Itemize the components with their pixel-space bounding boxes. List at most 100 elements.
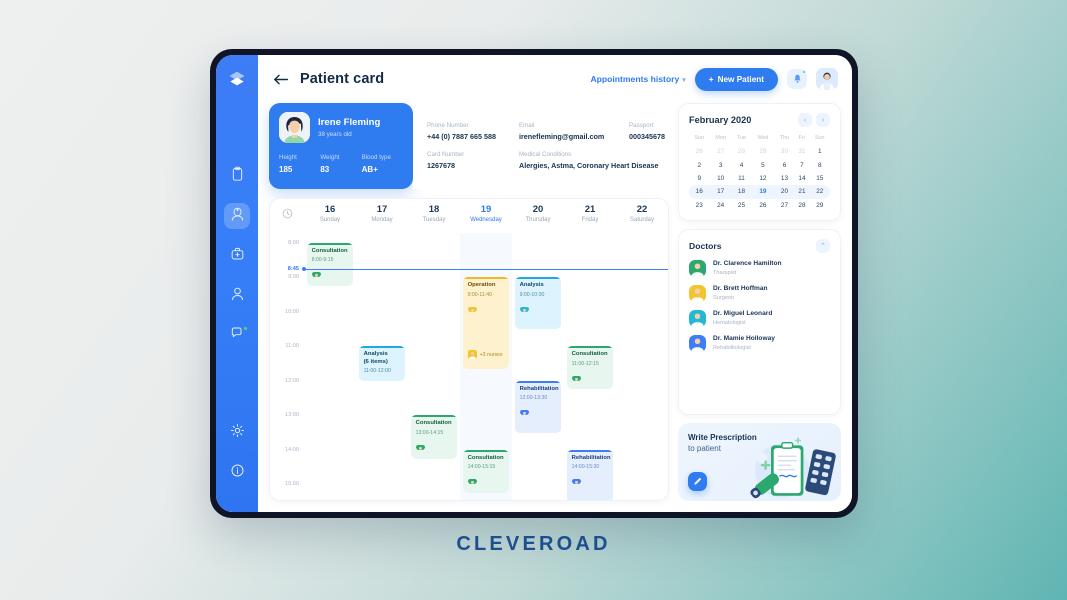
arrow-left-icon[interactable] (274, 71, 290, 87)
detail-label: Passport (629, 122, 654, 129)
calendar-day[interactable]: 27 (775, 199, 795, 212)
sidebar-item-settings[interactable] (224, 420, 250, 446)
calendar-day[interactable]: 25 (732, 199, 751, 212)
doctor-avatar (689, 259, 706, 277)
calendar-day[interactable]: 23 (689, 199, 709, 212)
calendar-day[interactable]: 21 (794, 185, 810, 199)
sidebar-bottom-items (224, 420, 250, 500)
calendar-day[interactable]: 20 (774, 185, 795, 199)
calendar-day[interactable]: 16 (689, 185, 710, 199)
patient-details-row-2: Card Number 1267678 Medical Conditions Aler… (427, 151, 659, 170)
calendar-day[interactable]: 30 (775, 145, 795, 158)
day-header-sunday[interactable]: 16 Sunday (304, 204, 356, 233)
calendar-day[interactable]: 29 (751, 145, 774, 158)
schedule-event[interactable]: Consultation 11:00-12:15 (566, 346, 614, 390)
calendar-day[interactable]: 17 (709, 185, 732, 199)
new-patient-button[interactable]: + New Patient (694, 67, 778, 91)
event-accent-bar (514, 380, 562, 383)
schedule-event[interactable]: Rehabilitation 12:00-13:30 (514, 380, 562, 433)
event-time: 8:00-9:15 (311, 257, 334, 264)
event-nurses: +3 nurses (467, 346, 503, 364)
day-header-tuesday[interactable]: 18 Tuesday (408, 204, 460, 233)
appointments-history-dropdown[interactable]: Appointments history ▾ (590, 74, 685, 84)
calendar-day[interactable]: 2 (689, 158, 709, 171)
calendar-day[interactable]: 31 (794, 145, 809, 158)
sidebar-item-messages[interactable] (224, 323, 250, 349)
calendar-day[interactable]: 26 (751, 199, 774, 212)
doctor-list-item[interactable]: Dr. Miguel Leonard Hematologist (689, 309, 830, 327)
calendar-day[interactable]: 22 (809, 185, 830, 199)
sidebar-item-nurses[interactable] (224, 203, 250, 229)
write-prescription-card[interactable]: Write Prescription to patient (678, 423, 841, 501)
day-column-thursday[interactable]: Analysis 9:00-10:30 Rehabilitation 12:00-13… (512, 233, 564, 500)
medical-bag-icon (230, 246, 245, 266)
calendar-day[interactable]: 14 (794, 172, 809, 185)
bell-icon[interactable] (787, 69, 807, 89)
calendar-day[interactable]: 18 (731, 185, 752, 199)
day-column-sunday[interactable]: Consultation 8:00-9:15 (304, 233, 356, 500)
day-header-thursday[interactable]: 20 Thursday (512, 204, 564, 233)
calendar-day[interactable]: 28 (794, 199, 809, 212)
detail-passport: Passport 000345678 (629, 122, 665, 141)
day-header-saturday[interactable]: 22 Saturday (616, 204, 668, 233)
schedule-event[interactable]: Analysis (6 items) 11:00-12:00 (358, 346, 406, 381)
schedule-event[interactable]: Rehabilitation 14:00-15:30 (566, 449, 614, 500)
day-header-wednesday[interactable]: 19 Wednesday (460, 204, 512, 233)
calendar-day[interactable]: 19 (751, 185, 775, 199)
calendar-day[interactable]: 26 (689, 145, 709, 158)
calendar-day[interactable]: 24 (709, 199, 731, 212)
doctor-green-avatar (571, 372, 581, 381)
day-header-monday[interactable]: 17 Monday (356, 204, 408, 233)
calendar-day[interactable]: 28 (732, 145, 751, 158)
time-label-11-00: 11:00 (285, 343, 299, 350)
schedule-event[interactable]: Consultation 13:00-14:15 (410, 415, 458, 459)
day-column-friday[interactable]: Consultation 11:00-12:15 Rehabilitation 14:… (564, 233, 616, 500)
sidebar-item-records[interactable] (224, 163, 250, 189)
day-column-monday[interactable]: Analysis (6 items) 11:00-12:00 (356, 233, 408, 500)
calendar-day[interactable]: 1 (810, 145, 830, 158)
calendar-day[interactable]: 12 (751, 172, 774, 185)
calendar-day[interactable]: 29 (810, 199, 830, 212)
doctor-name: Dr. Brett Hoffman (713, 285, 768, 293)
chevron-up-icon[interactable]: ⌃ (816, 238, 830, 253)
schedule-event[interactable]: Analysis 9:00-10:30 (514, 277, 562, 329)
calendar-day[interactable]: 8 (810, 158, 830, 171)
chevron-left-icon[interactable]: ‹ (798, 113, 812, 127)
doctor-list-item[interactable]: Dr. Clarence Hamilton Tharapist (689, 259, 830, 277)
sidebar-item-help[interactable] (224, 460, 250, 486)
prescription-edit-button[interactable] (688, 472, 707, 491)
calendar-day[interactable]: 7 (794, 158, 809, 171)
calendar-day[interactable]: 4 (732, 158, 751, 171)
calendar-weekday: Tue (736, 135, 747, 141)
day-header-friday[interactable]: 21 Friday (564, 204, 616, 233)
doctor-list-item[interactable]: Dr. Mamie Holloway Rehabilitologist (689, 334, 830, 352)
schedule-event[interactable]: Consultation 14:00-15:15 (462, 449, 510, 494)
doctors-title: Doctors (689, 240, 722, 251)
calendar-day[interactable]: 27 (709, 145, 731, 158)
calendar-day[interactable]: 11 (732, 172, 751, 185)
day-column-wednesday[interactable]: Operation 9:00-11:40 +3 nurses Consultation… (460, 233, 512, 500)
calendar-day[interactable]: 13 (775, 172, 795, 185)
calendar-day[interactable]: 9 (689, 172, 709, 185)
calendar-day[interactable]: 15 (810, 172, 830, 185)
detail-label: Card Number (427, 151, 465, 158)
cleveroad-logo-icon[interactable] (224, 67, 250, 93)
doctor-list-item[interactable]: Dr. Brett Hoffman Surgeon (689, 284, 830, 302)
sidebar-item-doctors[interactable] (224, 283, 250, 309)
calendar-week-row: 16 17 18 19 20 21 22 (689, 185, 830, 199)
calendar-day[interactable]: 6 (775, 158, 795, 171)
doctor-info: Dr. Mamie Holloway Rehabilitologist (713, 335, 775, 351)
day-name: Monday (371, 217, 393, 223)
schedule-event[interactable]: Consultation 8:00-9:15 (306, 242, 354, 286)
day-column-tuesday[interactable]: Consultation 13:00-14:15 (408, 233, 460, 500)
calendar-day[interactable]: 5 (751, 158, 774, 171)
avatar[interactable] (816, 68, 838, 90)
day-column-saturday[interactable] (616, 233, 668, 500)
chevron-right-icon[interactable]: › (816, 113, 830, 127)
schedule-event[interactable]: Operation 9:00-11:40 +3 nurses (462, 277, 510, 370)
prescription-title: Write Prescription to patient (688, 433, 831, 455)
calendar-day[interactable]: 3 (709, 158, 731, 171)
sidebar-item-pharmacy[interactable] (224, 243, 250, 269)
day-name: Thursday (525, 217, 551, 223)
calendar-day[interactable]: 10 (709, 172, 731, 185)
